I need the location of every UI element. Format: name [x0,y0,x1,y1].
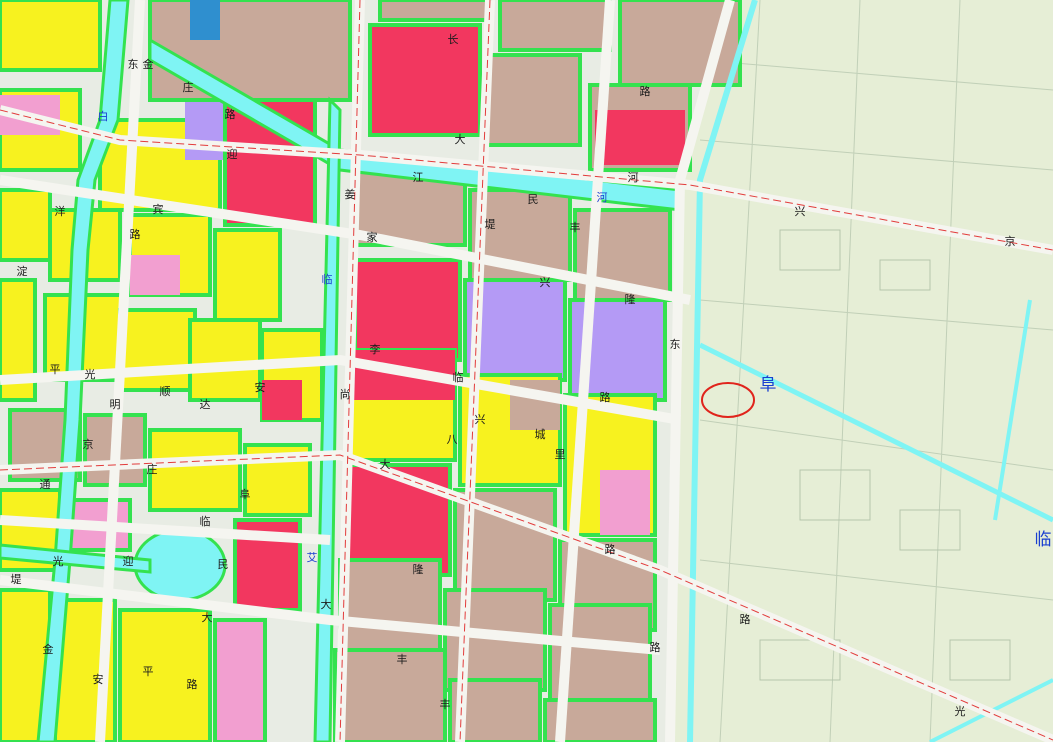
label-xia-east: 路 [740,613,751,626]
label-guang-east: 光 [955,704,966,718]
label-ai: 艾 [307,551,318,564]
label-guang-1: 光 [85,367,96,381]
label-xing-road: 隆 [413,562,424,576]
label-xing-east: 兴 [795,205,806,218]
label-fu-2: 临 [200,514,211,528]
label-bai-1: 白 [98,109,109,123]
label-guang-2: 明 [110,398,121,411]
label-dao-lower-2: 丰 [440,698,451,711]
label-zhuang: 庄 [147,462,158,476]
label-jing-2: 通 [40,478,51,491]
label-yingbin-lower: 迎 [123,555,134,568]
label-jin-2: 庄 [183,80,194,94]
label-jiang-2: 家 [367,230,378,244]
label-fu-1: 阜 [240,488,251,501]
label-he-2: 堤 [485,218,496,231]
label-lin-big: 临 [1035,530,1052,550]
label-dao-lower: 丰 [397,653,408,666]
label-lin-2: 尚 [340,387,351,401]
label-min-lower: 民 [218,558,229,571]
label-fu-3: 路 [605,543,616,556]
label-chang-1: 长 [448,33,459,46]
label-xing-lower: 兴 [475,413,486,426]
label-he-lower: 堤 [11,573,22,586]
label-jiang-1: 姜 [345,187,356,201]
label-min-1: 民 [528,193,539,206]
label-xing-3: 路 [600,391,611,404]
label-min-2: 丰 [570,221,581,234]
label-he-water: 河 [597,191,608,204]
label-jin-1: 金 [143,57,154,71]
label-ping-2: 安 [255,380,266,394]
label-guang-lower: 光 [53,554,64,568]
label-fu-east-road: 路 [650,641,661,654]
label-he-1: 河 [628,171,639,184]
label-jing-1: 京 [83,437,94,451]
label-min-3: 路 [640,85,651,98]
label-ping-lower-2: 安 [93,672,104,686]
label-xing-1: 兴 [540,276,551,289]
label-chang-road: 大 [321,597,332,611]
label-ping-1: 平 [50,363,61,376]
label-yingbin-1: 迎 [227,148,238,161]
label-cheng-1: 城 [535,428,546,441]
label-chang-3: 大 [455,132,466,146]
label-dongguang-1: 东 [128,58,139,71]
label-jin-3: 路 [225,108,236,121]
label-bai-3: 淀 [17,264,28,278]
label-ping-lower: 平 [143,665,154,678]
label-lu-lower: 路 [187,678,198,691]
label-jiang-3: 李 [370,342,381,356]
label-jin-lower: 金 [43,642,54,656]
label-bai-2: 洋 [55,204,66,218]
label-cheng-2: 东 [670,338,681,351]
label-yingbin-3: 路 [130,228,141,241]
label-shun-2: 达 [200,398,211,411]
land-use-map[interactable]: 金 庄 路 东 白 迎 宾 路 洋 淀 姜 家 李 长 江 大 民 丰 路 河 … [0,0,1053,742]
label-xing-2: 隆 [625,292,636,306]
label-fu-big: 阜 [760,375,777,395]
label-jing-east: 京 [1005,234,1016,248]
label-lin-1: 临 [453,370,464,384]
label-lin-water: 临 [322,272,333,286]
label-chang-2: 江 [413,171,424,184]
label-ba-2: 里 [555,448,566,461]
label-ba-1: 八 [447,433,458,446]
label-da-lower: 大 [202,610,213,624]
label-shun-1: 顺 [160,385,171,398]
label-chang-lower: 大 [380,457,391,471]
label-yingbin-2: 宾 [153,202,164,216]
